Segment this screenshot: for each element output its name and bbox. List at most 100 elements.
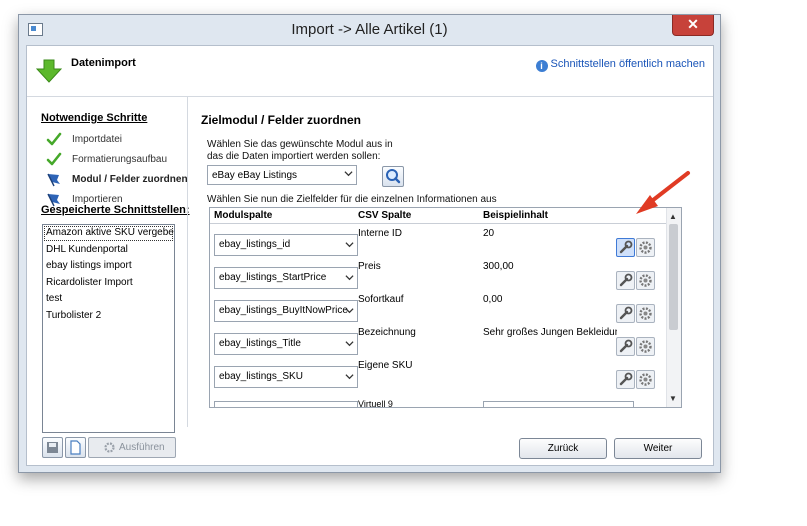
scroll-thumb[interactable] [669,224,678,330]
module-column-select[interactable]: ebay_listings_StartPrice [214,267,358,289]
sample-value: 0,00 [483,294,503,305]
info-icon: i [535,60,548,72]
back-button[interactable]: Zurück [519,438,607,459]
window-title: Import -> Alle Artikel (1) [291,21,448,38]
save-interface-button[interactable] [42,437,63,458]
required-steps-heading: Notwendige Schritte [41,112,148,124]
list-item[interactable]: ebay listings import [43,258,174,275]
step-label: Formatierungsaufbau [72,154,168,165]
fields-hint: Wählen Sie nun die Zielfelder für die ei… [207,194,497,205]
module-column-value: ebay_listings_BuyItNowPrice [219,305,348,316]
sample-input[interactable] [483,401,634,407]
wrench-button[interactable] [616,238,635,257]
table-row: ebay_listings_id Interne ID 20 [210,223,667,257]
run-label: Ausführen [119,442,165,453]
gear-button[interactable] [636,370,655,389]
run-button[interactable]: Ausführen [88,437,176,458]
magnifier-icon [386,169,401,184]
list-item[interactable]: Amazon aktive SKU vergeben [43,225,174,242]
import-window: Import -> Alle Artikel (1) ✕ Datenimport… [18,14,721,473]
sample-value: Sehr großes Jungen Bekleidungs [483,327,617,338]
csv-column: Virtuell 9 [358,399,393,408]
disk-icon [47,442,58,453]
sample-value: 300,00 [483,261,514,272]
header-bar: Datenimport i Schnittstellen öffentlich m… [27,46,713,97]
table-row: ebay_listings_BuyItNowPrice Sofortkauf 0… [210,289,667,323]
chevron-down-icon [345,242,354,248]
csv-column: Eigene SKU [358,360,413,371]
module-select-value: eBay eBay Listings [212,170,298,181]
column-header-beispielinhalt: Beispielinhalt [483,210,549,221]
wrench-button[interactable] [616,271,635,290]
table-row: ebay_listings_StartPrice Preis 300,00 [210,256,667,290]
list-item[interactable]: DHL Kundenportal [43,242,174,259]
gear-icon [104,442,115,453]
module-hint-line1: Wählen Sie das gewünschte Modul aus in [207,139,393,150]
chevron-down-icon [345,341,354,347]
close-button[interactable]: ✕ [672,15,714,36]
wrench-button[interactable] [616,370,635,389]
grid-scrollbar[interactable]: ▲ ▼ [666,208,681,407]
csv-column: Bezeichnung [358,327,416,338]
list-item[interactable]: test [43,291,174,308]
gear-button[interactable] [636,304,655,323]
step-label: Modul / Felder zuordnen [72,174,188,185]
wrench-icon [619,306,633,320]
checkmark-icon [46,132,62,146]
module-column-select[interactable]: ebay_listings_id [214,234,358,256]
chevron-down-icon [345,374,354,380]
gear-icon [639,274,652,287]
wrench-button[interactable] [616,304,635,323]
wrench-icon [619,372,633,386]
grid-header: Modulspalte CSV Spalte Beispielinhalt [210,208,667,224]
module-column-select[interactable]: ebay_listings_SKU [214,366,358,388]
gear-button[interactable] [636,337,655,356]
gear-icon [639,241,652,254]
dialog-body: Datenimport i Schnittstellen öffentlich m… [26,45,714,466]
gear-icon [639,373,652,386]
gear-button[interactable] [636,238,655,257]
chevron-down-icon [345,308,354,314]
table-row: ebay_listings_Title Bezeichnung Sehr gro… [210,322,667,356]
saved-interfaces-list[interactable]: Amazon aktive SKU vergeben DHL Kundenpor… [42,224,175,433]
new-interface-button[interactable] [65,437,86,458]
sample-value: 20 [483,228,495,239]
module-hint-line2: das die Daten importiert werden sollen: [207,151,381,162]
import-arrow-icon [36,59,62,83]
share-interfaces-label: Schnittstellen öffentlich machen [550,58,706,70]
table-row-partial: Virtuell 9 [210,394,667,408]
wrench-icon [619,240,633,254]
gear-button[interactable] [636,271,655,290]
share-interfaces-link[interactable]: i Schnittstellen öffentlich machen [535,58,706,72]
module-column-value: ebay_listings_id [219,239,291,250]
module-column-select[interactable]: ebay_listings_Title [214,333,358,355]
module-select[interactable]: eBay eBay Listings [207,165,357,185]
gear-icon [639,307,652,320]
document-icon [70,440,81,455]
module-column-value: ebay_listings_StartPrice [219,272,327,283]
module-column-select[interactable]: ebay_listings_BuyItNowPrice [214,300,358,322]
column-header-csv-spalte: CSV Spalte [358,210,412,221]
csv-column: Preis [358,261,381,272]
list-item[interactable]: Ricardolister Import [43,275,174,292]
module-column-select[interactable] [214,401,358,407]
next-button[interactable]: Weiter [614,438,702,459]
section-title: Zielmodul / Felder zuordnen [201,113,362,127]
csv-column: Interne ID [358,228,402,239]
wrench-icon [619,273,633,287]
module-search-button[interactable] [382,166,404,187]
column-header-modulspalte: Modulspalte [214,210,273,221]
panel-divider [187,97,188,427]
gear-icon [639,340,652,353]
field-mapping-grid: Modulspalte CSV Spalte Beispielinhalt eb… [209,207,682,408]
list-item[interactable]: Turbolister 2 [43,308,174,325]
step-label: Importdatei [72,134,123,145]
header-title: Datenimport [71,57,136,69]
module-column-value: ebay_listings_Title [219,338,301,349]
checkmark-icon [46,152,62,166]
scroll-down-icon[interactable]: ▼ [669,394,677,403]
title-bar[interactable]: Import -> Alle Artikel (1) ✕ [19,15,720,45]
scroll-up-icon[interactable]: ▲ [669,212,677,221]
wrench-button[interactable] [616,337,635,356]
flag-icon [47,173,60,187]
